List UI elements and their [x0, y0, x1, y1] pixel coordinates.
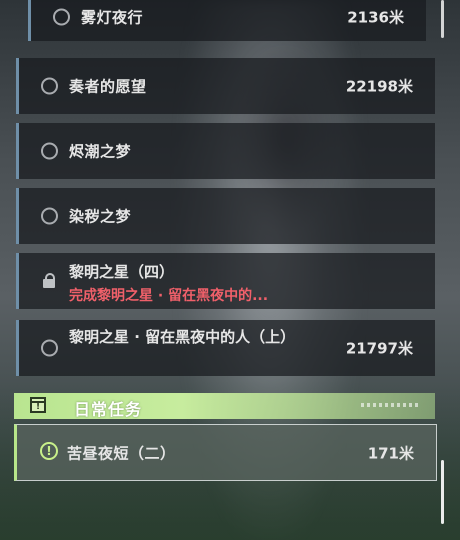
circle-icon [53, 8, 70, 26]
quest-row-liming[interactable]: 黎明之星 · 留在黑夜中的人（上） 21797米 [16, 320, 435, 376]
lock-icon [43, 273, 57, 289]
circle-icon [41, 142, 58, 160]
quest-title: 雾灯夜行 [81, 8, 144, 27]
scrollbar-top[interactable] [441, 0, 444, 38]
circle-icon [41, 77, 58, 95]
quest-distance: 21797米 [345, 339, 413, 358]
quest-title: 黎明之星 · 留在黑夜中的人（上） [69, 328, 296, 346]
task-board-icon: ! [30, 397, 46, 413]
quest-row-ranhui[interactable]: 染秽之梦 [16, 188, 435, 244]
daily-section-header: ! 日常任务 [14, 393, 435, 419]
quest-row-zouzhe[interactable]: 奏者的愿望 22198米 [16, 58, 435, 114]
quest-title: 奏者的愿望 [69, 77, 147, 96]
quest-title: 苦昼夜短（二） [67, 444, 176, 462]
quest-title: 染秽之梦 [69, 207, 132, 226]
exclamation-icon: ! [40, 442, 58, 460]
quest-title: 烬潮之梦 [69, 142, 132, 161]
decorative-pattern [361, 403, 421, 407]
circle-icon [41, 207, 58, 225]
quest-distance: 2136米 [347, 8, 404, 27]
quest-row-daily-active[interactable]: ! 苦昼夜短（二） 171米 [14, 424, 437, 481]
quest-row-jinchao[interactable]: 烬潮之梦 [16, 123, 435, 179]
quest-distance: 22198米 [345, 77, 413, 96]
quest-row-wudeng[interactable]: 雾灯夜行 2136米 [28, 0, 426, 41]
quest-row-locked[interactable]: 黎明之星（四） 完成黎明之星 · 留在黑夜中的... [16, 253, 435, 309]
locked-quest-requirement: 完成黎明之星 · 留在黑夜中的... [69, 288, 269, 304]
locked-quest-title: 黎明之星（四） [69, 263, 175, 281]
circle-icon [41, 339, 58, 357]
scrollbar-thumb[interactable] [441, 460, 444, 524]
section-title: 日常任务 [74, 400, 143, 419]
quest-distance: 171米 [367, 444, 414, 462]
